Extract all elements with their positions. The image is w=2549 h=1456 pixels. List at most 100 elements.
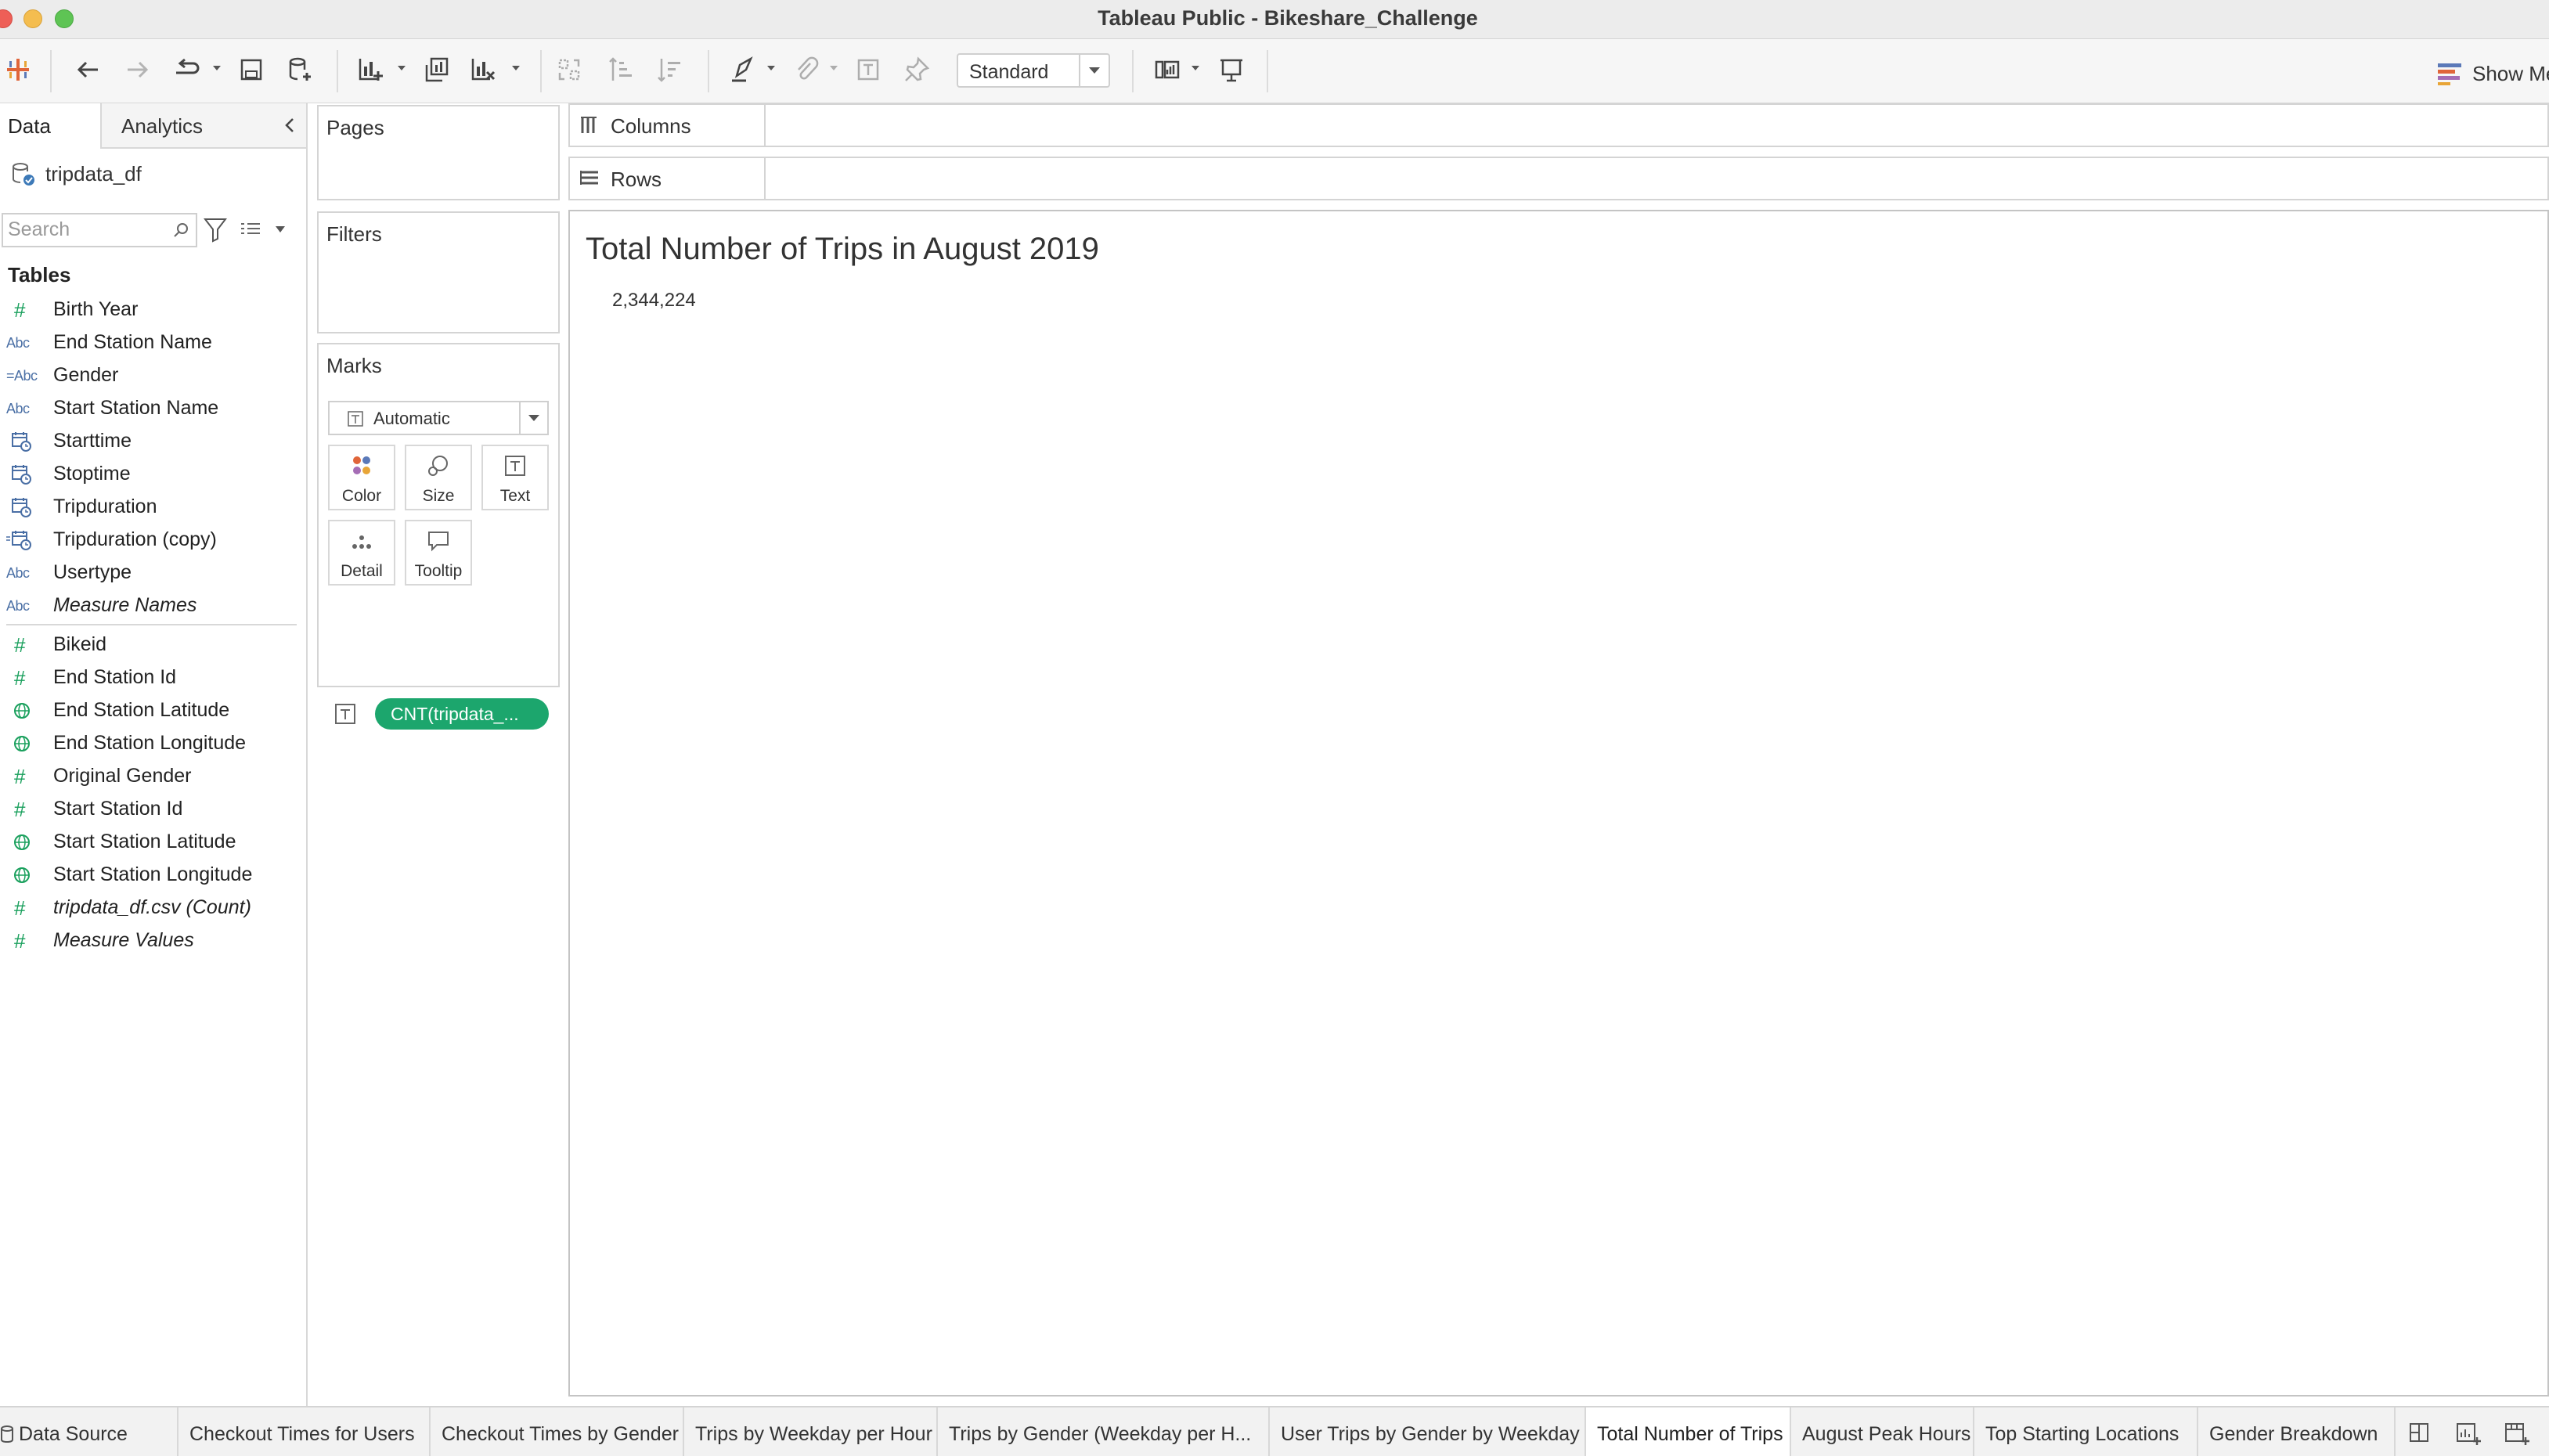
worksheet-title[interactable]: Total Number of Trips in August 2019 [586, 232, 1099, 267]
text-icon [483, 454, 547, 478]
text-button[interactable]: Text [481, 445, 549, 510]
field-item[interactable]: Abc End Station Name [0, 326, 306, 359]
field-item[interactable]: # End Station Id [0, 661, 306, 694]
number-field-icon: # [14, 896, 26, 920]
field-item[interactable]: # Measure Values [0, 924, 306, 957]
sheet-tab-label: Gender Breakdown [2209, 1423, 2378, 1445]
tab-data[interactable]: Data [0, 103, 102, 149]
chevron-down-icon[interactable] [1190, 63, 1201, 74]
field-name: Start Station Id [53, 798, 183, 820]
field-item[interactable]: Abc Usertype [0, 556, 306, 589]
new-worksheet-tab-icon[interactable] [2455, 1420, 2483, 1448]
replay-icon[interactable] [168, 52, 204, 88]
detail-label: Detail [341, 562, 383, 580]
show-cards-icon[interactable] [1149, 52, 1185, 88]
tab-analytics[interactable]: Analytics [121, 114, 203, 139]
field-name: Birth Year [53, 298, 139, 320]
sheet-tab[interactable]: Gender Breakdown [2198, 1407, 2396, 1456]
chevron-down-icon[interactable] [211, 63, 222, 74]
field-item[interactable]: # Original Gender [0, 759, 306, 792]
measure-pill[interactable]: CNT(tripdata_... [375, 698, 549, 730]
field-item[interactable]: Tripduration (copy) [0, 523, 306, 556]
chevron-down-icon[interactable] [828, 63, 839, 74]
worksheet-view[interactable]: Total Number of Trips in August 2019 2,3… [568, 210, 2549, 1397]
number-field-icon: # [14, 297, 26, 322]
marks-card-title: Marks [326, 354, 382, 377]
new-worksheet-icon[interactable] [352, 52, 388, 88]
show-mark-labels-icon[interactable] [850, 52, 886, 88]
field-item[interactable]: Start Station Latitude [0, 825, 306, 858]
color-button[interactable]: Color [328, 445, 395, 510]
highlight-icon[interactable] [725, 52, 761, 88]
chevron-down-icon[interactable] [766, 63, 777, 74]
search-input[interactable] [3, 214, 160, 244]
fix-axes-pin-icon[interactable] [899, 52, 935, 88]
field-item[interactable]: # Bikeid [0, 628, 306, 661]
redo-icon[interactable] [119, 52, 155, 88]
sheet-tab-label: Trips by Weekday per Hour [695, 1423, 932, 1445]
sheet-tab[interactable]: Trips by Gender (Weekday per H... [938, 1407, 1270, 1456]
field-item[interactable]: End Station Latitude [0, 694, 306, 726]
presentation-mode-icon[interactable] [1213, 52, 1249, 88]
show-me-button[interactable]: Show Me [2436, 58, 2549, 89]
toolbar-separator [1267, 50, 1268, 92]
datasource-item[interactable]: tripdata_df [9, 158, 142, 189]
sheet-tab[interactable]: Top Starting Locations [1974, 1407, 2198, 1456]
sheet-tab[interactable]: Trips by Weekday per Hour [684, 1407, 938, 1456]
new-dashboard-icon[interactable] [2408, 1420, 2436, 1448]
text-encoding-icon [334, 703, 356, 725]
field-item[interactable]: Abc Start Station Name [0, 391, 306, 424]
chevron-down-icon[interactable] [396, 63, 407, 74]
sheet-tab[interactable]: Checkout Times for Users [178, 1407, 431, 1456]
view-fit-select[interactable]: Standard [957, 53, 1110, 88]
save-icon[interactable] [233, 52, 269, 88]
duplicate-sheet-icon[interactable] [418, 52, 454, 88]
swap-rows-columns-icon[interactable] [551, 52, 587, 88]
sort-descending-icon[interactable] [651, 52, 687, 88]
tab-data-source[interactable]: Data Source [0, 1407, 178, 1456]
dimensions-measures-divider [6, 624, 297, 625]
sort-ascending-icon[interactable] [603, 52, 639, 88]
sheet-tab[interactable]: Checkout Times by Gender [431, 1407, 684, 1456]
filters-card[interactable]: Filters [317, 211, 560, 333]
new-story-icon[interactable] [2504, 1420, 2532, 1448]
tooltip-button[interactable]: Tooltip [405, 520, 472, 586]
detail-button[interactable]: Detail [328, 520, 395, 586]
collapse-pane-icon[interactable] [280, 116, 299, 135]
field-item[interactable]: # Birth Year [0, 293, 306, 326]
columns-shelf[interactable]: Columns [568, 103, 2549, 147]
view-options-icon[interactable] [240, 218, 290, 241]
sheet-tab[interactable]: August Peak Hours [1791, 1407, 1974, 1456]
filter-fields-icon[interactable] [203, 216, 228, 243]
rows-shelf[interactable]: Rows [568, 157, 2549, 200]
field-item[interactable]: Stoptime [0, 457, 306, 490]
total-trips-value[interactable]: 2,344,224 [612, 290, 696, 312]
chevron-down-icon[interactable] [1079, 55, 1109, 86]
sheet-tab[interactable]: User Trips by Gender by Weekday [1270, 1407, 1586, 1456]
mark-type-select[interactable]: Automatic [328, 401, 549, 435]
datetime-field-icon [6, 431, 38, 452]
clear-sheet-icon[interactable] [465, 52, 501, 88]
search-field[interactable] [2, 213, 197, 247]
field-item[interactable]: =Abc Gender [0, 359, 306, 391]
field-item[interactable]: Abc Measure Names [0, 589, 306, 622]
group-members-icon[interactable] [788, 52, 824, 88]
text-label: Text [499, 487, 531, 505]
tableau-logo-icon[interactable] [0, 52, 36, 88]
chevron-down-icon[interactable] [519, 402, 547, 434]
field-item[interactable]: Start Station Longitude [0, 858, 306, 891]
new-datasource-icon[interactable] [282, 52, 318, 88]
field-item[interactable]: Starttime [0, 424, 306, 457]
size-button[interactable]: Size [405, 445, 472, 510]
field-item[interactable]: # Start Station Id [0, 792, 306, 825]
field-item[interactable]: # tripdata_df.csv (Count) [0, 891, 306, 924]
columns-icon [579, 116, 600, 135]
field-item[interactable]: Tripduration [0, 490, 306, 523]
sheet-tab[interactable]: Total Number of Trips [1586, 1407, 1791, 1456]
geo-field-icon [6, 700, 38, 722]
undo-icon[interactable] [70, 52, 106, 88]
chevron-down-icon[interactable] [510, 63, 521, 74]
field-item[interactable]: End Station Longitude [0, 726, 306, 759]
field-name: Bikeid [53, 633, 107, 655]
pages-card[interactable]: Pages [317, 105, 560, 200]
